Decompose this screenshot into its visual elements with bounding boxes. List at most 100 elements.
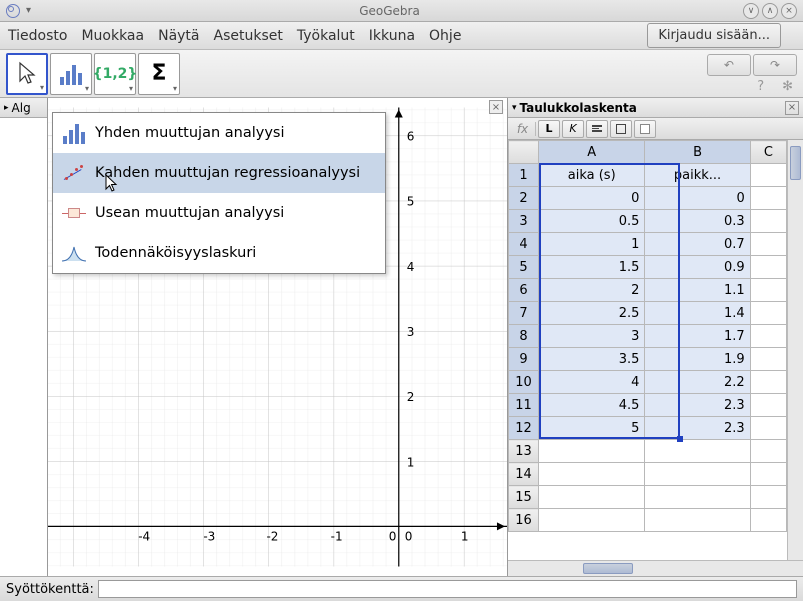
cell[interactable]: paikk... (645, 164, 750, 187)
cell[interactable] (750, 187, 786, 210)
cell[interactable] (750, 463, 786, 486)
spreadsheet-close-button[interactable]: × (785, 101, 799, 115)
cell[interactable]: 4.5 (539, 394, 645, 417)
login-button[interactable]: Kirjaudu sisään... (647, 23, 781, 48)
menu-multi-variable-analysis[interactable]: Usean muuttujan analyysi (53, 193, 385, 233)
scrollbar-thumb[interactable] (790, 146, 801, 180)
row-header[interactable]: 4 (509, 233, 539, 256)
menu-window[interactable]: Ikkuna (369, 28, 415, 44)
cell[interactable] (750, 325, 786, 348)
cell[interactable] (645, 463, 750, 486)
menu-one-variable-analysis[interactable]: Yhden muuttujan analyysi (53, 113, 385, 153)
cell[interactable] (539, 486, 645, 509)
cell[interactable]: 0 (645, 187, 750, 210)
row-header[interactable]: 6 (509, 279, 539, 302)
close-button[interactable]: × (781, 3, 797, 19)
row-header[interactable]: 2 (509, 187, 539, 210)
tool-list[interactable]: {1,2} ▾ (94, 53, 136, 95)
spreadsheet-header[interactable]: ▾ Taulukkolaskenta × (508, 98, 803, 118)
cell[interactable] (750, 486, 786, 509)
menu-two-variable-regression[interactable]: Kahden muuttujan regressioanalyysi (53, 153, 385, 193)
row-header[interactable]: 3 (509, 210, 539, 233)
menu-edit[interactable]: Muokkaa (81, 28, 144, 44)
row-header[interactable]: 1 (509, 164, 539, 187)
titlebar-menu-icon[interactable]: ▾ (26, 5, 31, 16)
cell[interactable] (750, 279, 786, 302)
row-header[interactable]: 5 (509, 256, 539, 279)
row-header[interactable]: 15 (509, 486, 539, 509)
cell[interactable]: 1.1 (645, 279, 750, 302)
cell[interactable] (750, 348, 786, 371)
input-field[interactable] (98, 580, 797, 598)
redo-button[interactable]: ↷ (753, 54, 797, 76)
cell[interactable]: 1.5 (539, 256, 645, 279)
cell[interactable] (539, 509, 645, 532)
row-header[interactable]: 8 (509, 325, 539, 348)
menu-file[interactable]: Tiedosto (8, 28, 67, 44)
cell[interactable]: 2 (539, 279, 645, 302)
cell[interactable]: 0.9 (645, 256, 750, 279)
cell[interactable]: 3.5 (539, 348, 645, 371)
scrollbar-thumb[interactable] (583, 563, 633, 574)
cell[interactable]: 0.5 (539, 210, 645, 233)
cell[interactable] (750, 164, 786, 187)
cell[interactable] (750, 371, 786, 394)
cell[interactable]: 0 (539, 187, 645, 210)
graphics-close-button[interactable]: × (489, 100, 503, 114)
cell[interactable]: 4 (539, 371, 645, 394)
row-header[interactable]: 10 (509, 371, 539, 394)
cell[interactable] (750, 256, 786, 279)
row-header[interactable]: 9 (509, 348, 539, 371)
cell[interactable]: 0.7 (645, 233, 750, 256)
cell[interactable] (539, 440, 645, 463)
cell[interactable] (750, 417, 786, 440)
col-header-b[interactable]: B (645, 141, 750, 164)
spreadsheet-grid[interactable]: ABC 1aika (s)paikk...20030.50.3410.751.5… (508, 140, 787, 560)
col-header-a[interactable]: A (539, 141, 645, 164)
help-icon[interactable]: ? (757, 79, 764, 94)
cell[interactable]: 2.5 (539, 302, 645, 325)
cell[interactable]: 1.9 (645, 348, 750, 371)
menu-probability-calculator[interactable]: Todennäköisyyslaskuri (53, 233, 385, 273)
cell[interactable] (539, 463, 645, 486)
cell[interactable]: 0.3 (645, 210, 750, 233)
selection-handle[interactable] (677, 436, 683, 442)
cell[interactable]: 2.3 (645, 417, 750, 440)
menu-tools[interactable]: Työkalut (297, 28, 355, 44)
fill-button[interactable] (634, 120, 656, 138)
tool-move[interactable]: ▾ (6, 53, 48, 95)
cell[interactable] (645, 440, 750, 463)
menu-view[interactable]: Näytä (158, 28, 199, 44)
row-header[interactable]: 14 (509, 463, 539, 486)
row-header[interactable]: 16 (509, 509, 539, 532)
row-header[interactable]: 7 (509, 302, 539, 325)
minimize-button[interactable]: ∨ (743, 3, 759, 19)
cell[interactable]: 1.4 (645, 302, 750, 325)
row-header[interactable]: 12 (509, 417, 539, 440)
horizontal-scrollbar[interactable] (538, 561, 787, 576)
vertical-scrollbar[interactable] (787, 140, 803, 560)
cell[interactable]: aika (s) (539, 164, 645, 187)
italic-button[interactable]: K (562, 120, 584, 138)
cell[interactable] (750, 440, 786, 463)
menu-help[interactable]: Ohje (429, 28, 461, 44)
align-button[interactable] (586, 120, 608, 138)
row-header[interactable]: 13 (509, 440, 539, 463)
tool-sum[interactable]: Σ ▾ (138, 53, 180, 95)
fx-label[interactable]: fx (510, 122, 536, 136)
cell[interactable] (750, 302, 786, 325)
cell[interactable] (750, 509, 786, 532)
maximize-button[interactable]: ∧ (762, 3, 778, 19)
cell[interactable] (645, 486, 750, 509)
cell[interactable]: 5 (539, 417, 645, 440)
cell[interactable] (645, 509, 750, 532)
cell[interactable]: 1 (539, 233, 645, 256)
algebra-header[interactable]: ▸ Alg (0, 98, 47, 118)
col-header-c[interactable]: C (750, 141, 786, 164)
tool-analysis[interactable]: ▾ (50, 53, 92, 95)
cell[interactable]: 3 (539, 325, 645, 348)
border-button[interactable] (610, 120, 632, 138)
gear-icon[interactable]: ✻ (782, 79, 793, 94)
cell[interactable]: 1.7 (645, 325, 750, 348)
undo-button[interactable]: ↶ (707, 54, 751, 76)
